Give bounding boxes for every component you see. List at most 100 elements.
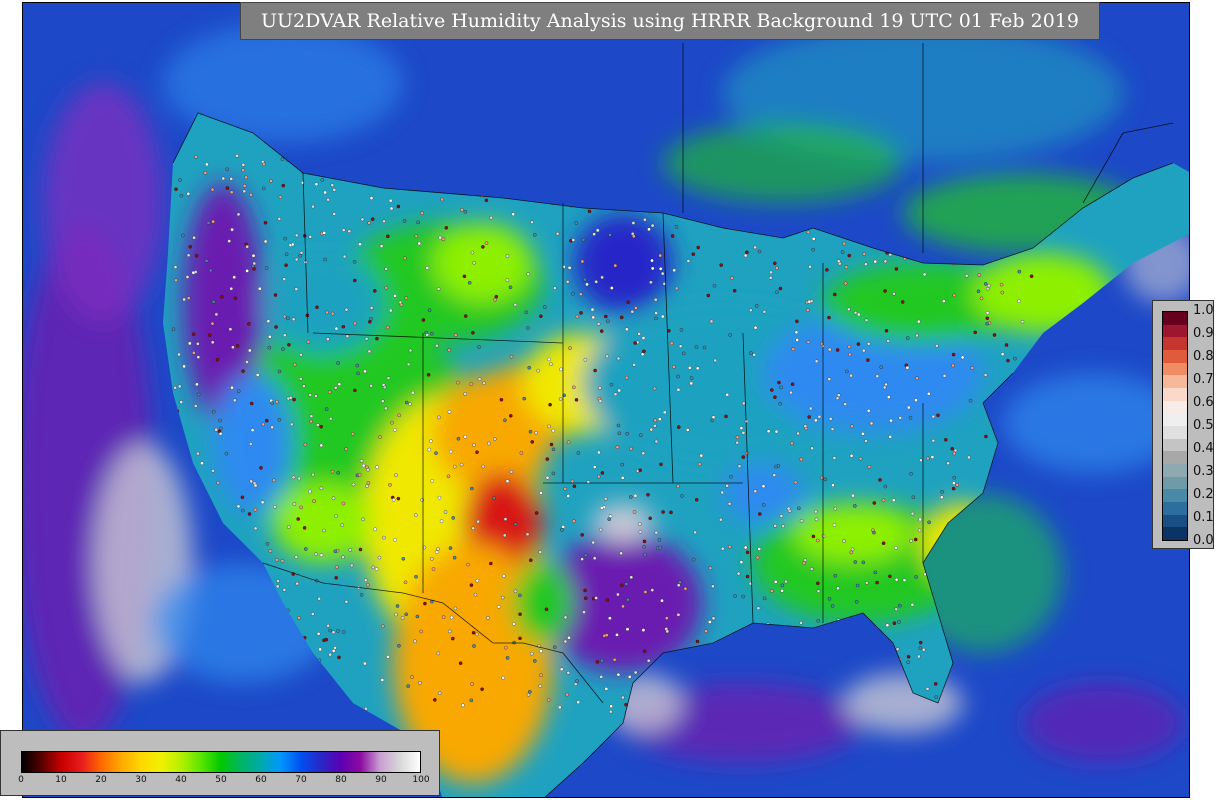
station-marker (358, 242, 362, 246)
station-marker (952, 293, 957, 298)
station-marker (599, 329, 604, 333)
station-marker (563, 487, 567, 491)
station-marker (227, 239, 231, 243)
weight-colorbar-segment (1163, 464, 1187, 477)
station-marker (866, 342, 871, 346)
station-marker (505, 656, 510, 660)
station-marker (406, 684, 410, 688)
station-marker (931, 414, 936, 419)
station-marker (942, 299, 946, 303)
station-marker (538, 684, 543, 688)
station-marker (420, 211, 424, 215)
station-marker (539, 491, 543, 495)
station-marker (658, 253, 662, 258)
station-marker (447, 629, 452, 634)
weight-tick-label: 0.9 (1193, 326, 1214, 341)
station-marker (883, 289, 887, 293)
station-marker (662, 410, 667, 415)
station-marker (545, 457, 550, 461)
weight-colorbar-segment (1163, 375, 1187, 389)
station-marker (509, 470, 514, 474)
station-marker (369, 384, 373, 388)
station-marker (900, 300, 905, 304)
station-marker (625, 327, 629, 332)
station-marker (884, 329, 889, 333)
station-marker (605, 354, 609, 359)
station-marker (927, 392, 931, 396)
station-marker (637, 522, 642, 526)
station-marker (624, 375, 629, 380)
station-marker (951, 363, 955, 368)
station-marker (629, 446, 633, 451)
weight-colorbar (1162, 311, 1188, 541)
station-marker (855, 583, 860, 588)
station-marker (940, 490, 944, 494)
station-marker (351, 482, 356, 487)
station-marker (828, 417, 833, 421)
station-marker (380, 678, 385, 682)
station-marker (558, 705, 562, 710)
station-marker (323, 257, 327, 262)
station-marker (825, 268, 829, 272)
station-marker (436, 547, 440, 551)
station-marker (702, 345, 707, 350)
station-marker (642, 539, 647, 544)
station-marker (936, 413, 940, 418)
station-marker (806, 308, 810, 312)
station-marker (430, 557, 434, 561)
station-marker (650, 258, 654, 263)
station-marker (302, 384, 306, 388)
station-marker (396, 496, 401, 501)
station-marker (752, 353, 756, 357)
station-marker (633, 670, 638, 675)
weight-colorbar-segment (1163, 489, 1187, 503)
station-marker (319, 443, 324, 448)
station-marker (967, 455, 971, 460)
station-marker (481, 245, 485, 249)
station-marker (524, 310, 529, 315)
station-marker (753, 325, 758, 330)
station-marker (649, 427, 654, 432)
weight-tick-label: 0.8 (1193, 349, 1214, 364)
station-marker (643, 552, 647, 557)
station-marker (413, 639, 417, 644)
station-marker (359, 593, 364, 597)
station-marker (806, 340, 811, 344)
station-marker (914, 575, 918, 579)
station-marker (349, 563, 354, 568)
station-marker (177, 352, 181, 357)
station-marker (952, 475, 956, 480)
station-marker (549, 442, 554, 447)
station-marker (571, 291, 575, 296)
station-marker (790, 382, 795, 386)
station-marker (581, 238, 586, 242)
station-marker (706, 293, 711, 298)
station-marker (250, 428, 255, 432)
station-marker (579, 311, 583, 315)
station-marker (754, 304, 759, 308)
station-marker (303, 442, 308, 447)
station-marker (629, 495, 633, 499)
station-marker (735, 440, 739, 445)
weight-colorbar-legend: 1.0 0.9 0.8 0.7 0.6 0.5 0.4 0.3 0.2 0.1 0.0 (1152, 300, 1214, 549)
station-marker (872, 530, 876, 535)
station-marker (610, 286, 614, 290)
station-marker (918, 640, 923, 645)
station-marker (833, 292, 837, 297)
station-marker (816, 581, 820, 586)
station-marker (729, 474, 733, 479)
station-marker (606, 319, 610, 324)
station-marker (378, 435, 382, 439)
station-marker (620, 462, 624, 467)
station-marker (385, 325, 390, 330)
station-marker (486, 616, 490, 620)
station-marker (274, 325, 278, 329)
station-marker (355, 363, 360, 368)
weight-tick-label: 0.4 (1193, 441, 1214, 456)
station-marker (286, 525, 291, 529)
station-marker (613, 263, 618, 268)
station-marker (940, 495, 944, 500)
station-marker (665, 616, 669, 620)
station-marker (574, 221, 579, 225)
station-marker (571, 238, 576, 242)
